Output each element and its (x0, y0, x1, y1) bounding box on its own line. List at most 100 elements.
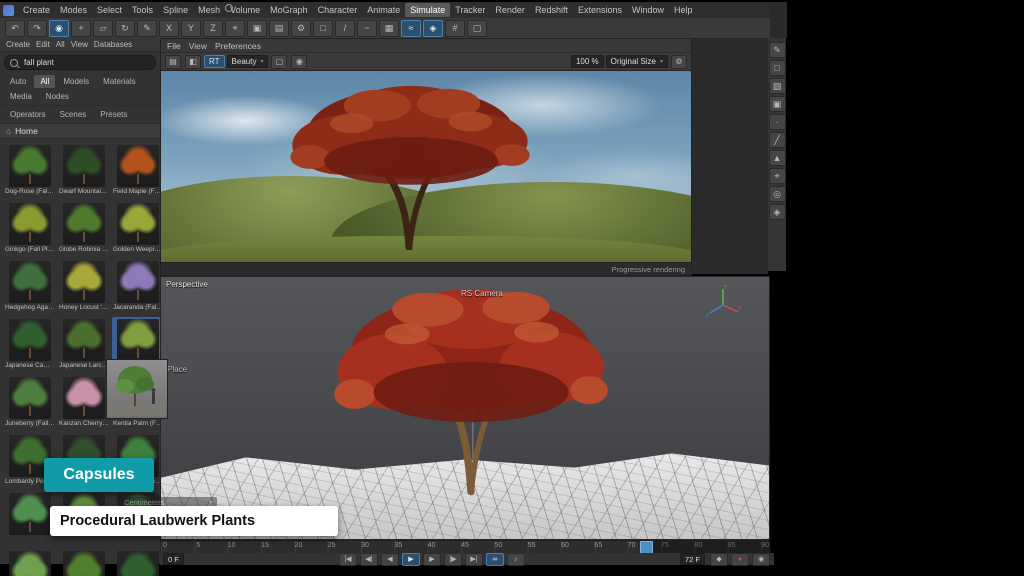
render-settings-icon[interactable]: ⚙ (291, 20, 311, 37)
y-axis-lock[interactable]: Y (181, 20, 201, 37)
scale-icon[interactable]: ▱ (93, 20, 113, 37)
asset-tab-all[interactable]: All (34, 75, 55, 88)
snapping-icon[interactable]: ◈ (769, 204, 786, 220)
menu-animate[interactable]: Animate (362, 3, 405, 17)
enable-axis-icon[interactable]: ⌖ (769, 168, 786, 184)
plant-preview-thumbnail[interactable] (106, 359, 168, 419)
redo-icon[interactable]: ↷ (27, 20, 47, 37)
sound-icon[interactable]: ♪ (507, 553, 525, 566)
menu-help[interactable]: Help (669, 3, 698, 17)
play-icon[interactable]: ▶ (402, 553, 420, 566)
goto-start-icon[interactable]: |◀ (339, 553, 357, 566)
spline-icon[interactable]: ~ (357, 20, 377, 37)
asset-plant-item[interactable]: Globe Robinia (Fall Pla... (58, 201, 110, 256)
menu-extensions[interactable]: Extensions (573, 3, 627, 17)
prev-key-icon[interactable]: ◀| (360, 553, 378, 566)
prev-frame-icon[interactable]: ◀ (381, 553, 399, 566)
asset-menu-create[interactable]: Create (6, 40, 30, 49)
asset-tab-models[interactable]: Models (57, 75, 95, 88)
menu-tools[interactable]: Tools (127, 3, 158, 17)
polygons-mode-icon[interactable]: ▲ (769, 150, 786, 166)
asset-menu-databases[interactable]: Databases (94, 40, 132, 49)
asset-tab-nodes[interactable]: Nodes (40, 90, 75, 103)
loop-icon[interactable]: ∞ (486, 553, 504, 566)
menu-redshift[interactable]: Redshift (530, 3, 573, 17)
move-icon[interactable]: + (71, 20, 91, 37)
next-key-icon[interactable]: |▶ (444, 553, 462, 566)
viewport-solo-icon[interactable]: ◎ (769, 186, 786, 202)
edges-mode-icon[interactable]: ╱ (769, 132, 786, 148)
fields-icon[interactable]: ◈ (423, 20, 443, 37)
menu-modes[interactable]: Modes (55, 3, 92, 17)
render-view-menu-view[interactable]: View (189, 41, 207, 51)
menu-render[interactable]: Render (490, 3, 530, 17)
rotate-icon[interactable]: ↻ (115, 20, 135, 37)
asset-plant-item[interactable] (58, 549, 110, 576)
menu-select[interactable]: Select (92, 3, 127, 17)
coordinate-system-icon[interactable]: ⌖ (225, 20, 245, 37)
simulation-icon[interactable]: ≈ (401, 20, 421, 37)
viewport-name-label[interactable]: Perspective (166, 280, 208, 289)
asset-plant-item[interactable]: Honey Locust 'Sunburs... (58, 259, 110, 314)
asset-tab-presets[interactable]: Presets (94, 108, 133, 121)
perspective-viewport[interactable]: Perspective RS Camera Place Y X Z (160, 276, 770, 540)
asset-plant-item[interactable]: Dog-Rose (Fall Plant) (4, 143, 56, 198)
asset-plant-item[interactable]: Field Maple (Fall Plant) (112, 143, 164, 198)
render-view-icon[interactable]: ▣ (247, 20, 267, 37)
zoom-level-field[interactable]: 100 % (571, 55, 604, 68)
make-editable-icon[interactable]: ✎ (769, 42, 786, 58)
rt-toggle-button[interactable]: RT (204, 55, 225, 68)
autokey-icon[interactable]: ◉ (752, 553, 770, 566)
rendered-image[interactable] (161, 71, 691, 262)
menu-create[interactable]: Create (18, 3, 55, 17)
z-axis-lock[interactable]: Z (203, 20, 223, 37)
menu-mograph[interactable]: MoGraph (265, 3, 313, 17)
gear-icon[interactable]: ⚙ (671, 55, 687, 69)
asset-plant-item[interactable]: Japanese Larch (Fall Pl... (58, 317, 110, 372)
asset-tab-materials[interactable]: Materials (97, 75, 141, 88)
menu-mesh[interactable]: Mesh (193, 3, 225, 17)
render-view-menu-file[interactable]: File (167, 41, 181, 51)
render-view-menu-preferences[interactable]: Preferences (215, 41, 261, 51)
range-start-field[interactable]: 0 F (163, 553, 184, 565)
goto-end-icon[interactable]: ▶| (465, 553, 483, 566)
menu-simulate[interactable]: Simulate (405, 3, 450, 17)
asset-plant-item[interactable] (4, 549, 56, 576)
keyframe-icon[interactable]: ◆ (710, 553, 728, 566)
undo-icon[interactable]: ↶ (5, 20, 25, 37)
subdivision-surface-icon[interactable]: ▦ (379, 20, 399, 37)
add-object-icon[interactable]: □ (313, 20, 333, 37)
asset-tab-operators[interactable]: Operators (4, 108, 52, 121)
last-tool-icon[interactable]: ✎ (137, 20, 157, 37)
asset-tab-auto[interactable]: Auto (4, 75, 32, 88)
workplane-icon[interactable]: ▢ (467, 20, 487, 37)
search-input[interactable] (22, 57, 144, 68)
asset-plant-item[interactable]: Japanese Camellia (Fal... (4, 317, 56, 372)
snapshot-icon[interactable]: ◉ (291, 55, 307, 69)
range-end-field[interactable]: 72 F (680, 553, 705, 565)
asset-plant-item[interactable] (4, 491, 56, 546)
asset-plant-item[interactable]: Dwarf Mountain Pine (F... (58, 143, 110, 198)
x-axis-lock[interactable]: X (159, 20, 179, 37)
snap-icon[interactable]: # (445, 20, 465, 37)
asset-plant-item[interactable]: Ginkgo (Fall Plant) (4, 201, 56, 256)
breadcrumb[interactable]: ⌂ Home (0, 124, 160, 139)
menu-spline[interactable]: Spline (158, 3, 193, 17)
render-picture-viewer-icon[interactable]: ▤ (269, 20, 289, 37)
asset-menu-edit[interactable]: Edit (36, 40, 50, 49)
menu-tracker[interactable]: Tracker (450, 3, 490, 17)
asset-plant-item[interactable] (112, 549, 164, 576)
history-icon[interactable]: ▤ (165, 55, 181, 69)
asset-menu-view[interactable]: View (71, 40, 88, 49)
next-frame-icon[interactable]: ▶ (423, 553, 441, 566)
region-render-icon[interactable]: ▢ (271, 55, 287, 69)
workplane-mode-icon[interactable]: ▣ (769, 96, 786, 112)
menu-character[interactable]: Character (313, 3, 363, 17)
size-select[interactable]: Original Size ▾ (606, 55, 668, 68)
live-selection-icon[interactable]: ◉ (49, 20, 69, 37)
asset-plant-item[interactable]: Kanzan Cherry (Fall Pla... (58, 375, 110, 430)
record-icon[interactable]: ● (731, 553, 749, 566)
asset-plant-item[interactable]: Golden Weeping Willo... (112, 201, 164, 256)
asset-menu-all[interactable]: All (56, 40, 65, 49)
maple-tree-viewport[interactable] (311, 276, 631, 499)
